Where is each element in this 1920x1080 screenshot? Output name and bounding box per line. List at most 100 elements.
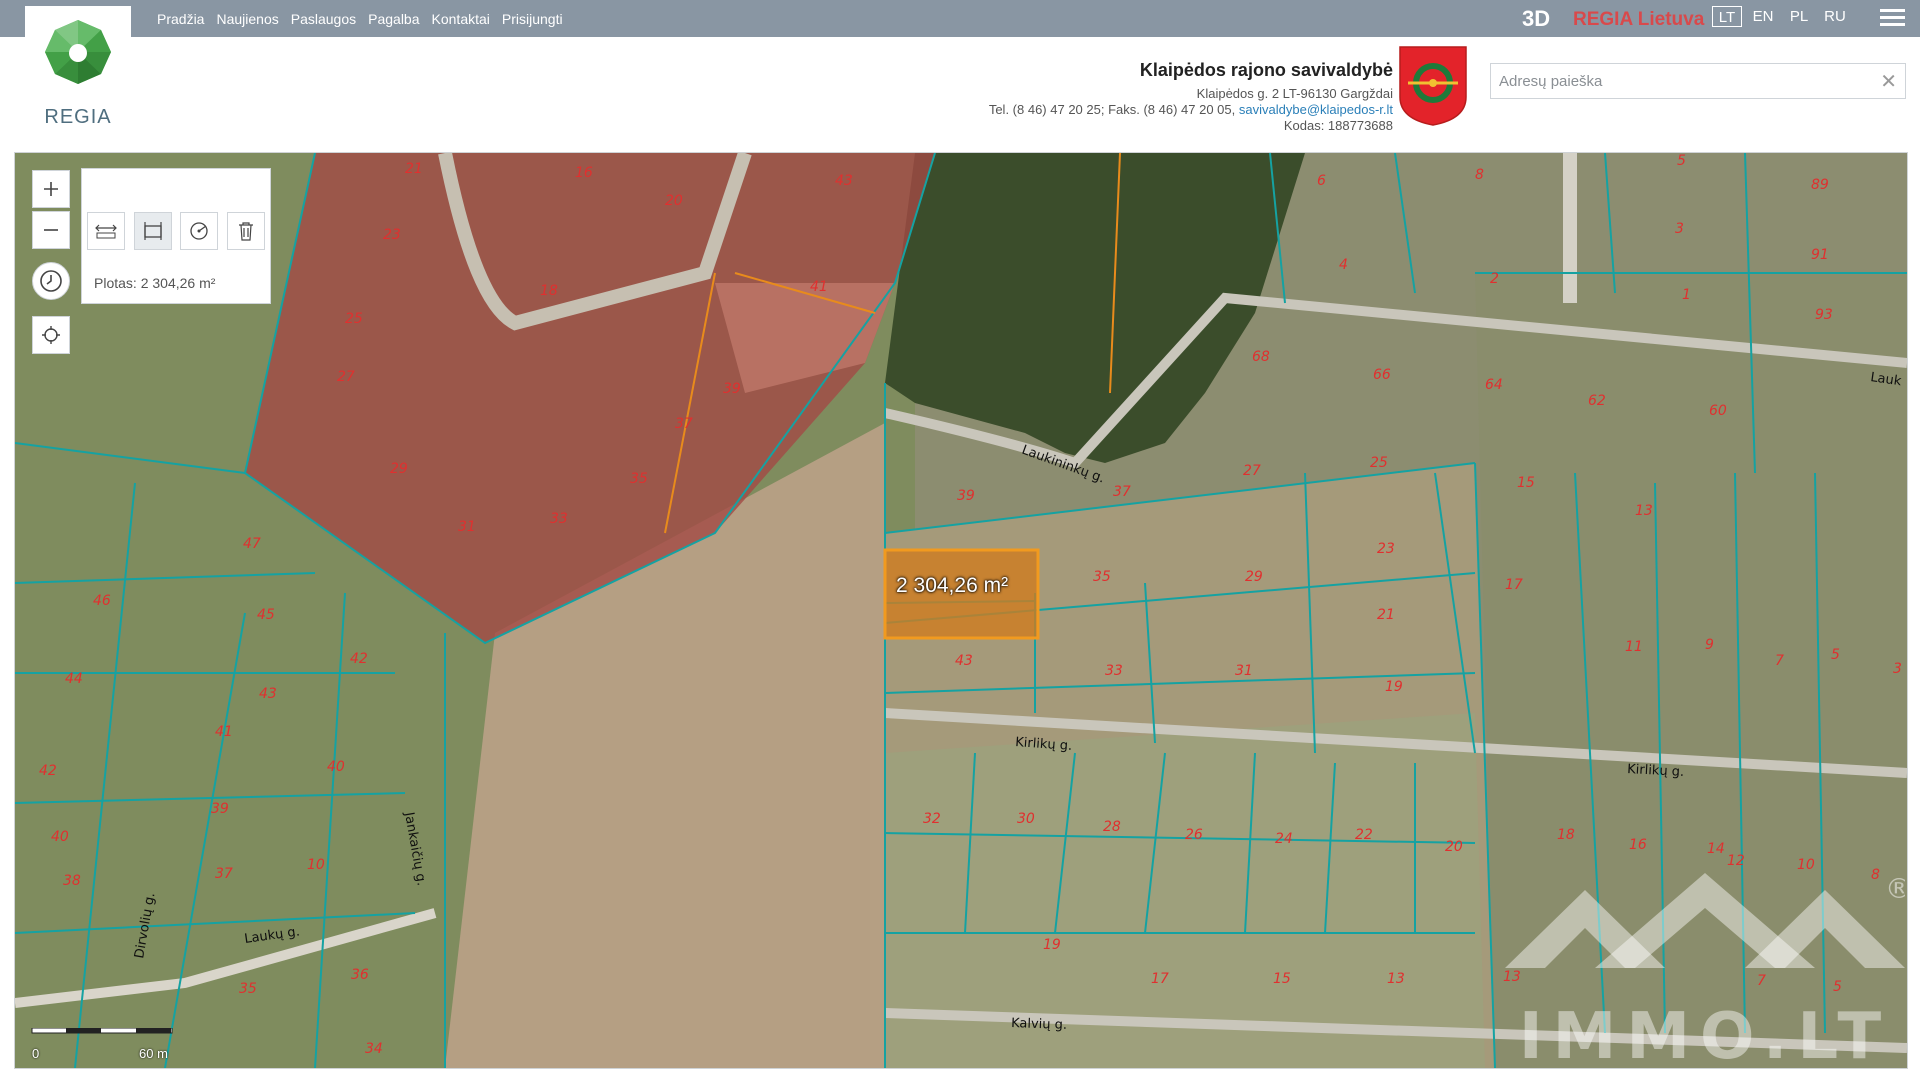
parcel-number: 27	[1243, 463, 1261, 479]
parcel-number: 9	[1705, 637, 1714, 653]
parcel-number: 25	[1370, 455, 1388, 471]
parcel-number: 28	[1103, 819, 1121, 835]
parcel-number: 5	[1831, 647, 1840, 663]
parcel-number: 46	[93, 593, 111, 609]
parcel-number: 31	[458, 519, 476, 535]
lang-pl[interactable]: PL	[1784, 6, 1814, 27]
parcel-number: 43	[835, 173, 853, 189]
area-icon	[144, 222, 162, 240]
parcel-number: 25	[345, 311, 363, 327]
parcel-number: 20	[1445, 839, 1463, 855]
parcel-number: 4	[1339, 257, 1348, 273]
parcel-number: 43	[955, 653, 973, 669]
scale-zero: 0	[32, 1046, 40, 1061]
measure-area-label: 2 304,26 m²	[896, 574, 1009, 597]
parcel-number: 7	[1775, 653, 1784, 669]
parcel-number: 39	[211, 801, 229, 817]
search-clear-icon[interactable]: ✕	[1880, 69, 1897, 94]
immo-watermark: IMMO.LT ®	[1505, 872, 1905, 1068]
parcel-number: 27	[337, 369, 355, 385]
municipality-contacts: Tel. (8 46) 47 20 25; Faks. (8 46) 47 20…	[989, 102, 1393, 117]
municipality-address: Klaipėdos g. 2 LT-96130 Gargždai	[1196, 86, 1393, 101]
view-3d-button[interactable]: 3D	[1522, 6, 1550, 32]
address-search: ✕	[1490, 63, 1906, 99]
locate-button[interactable]	[32, 316, 70, 354]
parcel-number: 18	[540, 283, 558, 299]
clock-icon	[40, 270, 62, 292]
parcel-number: 41	[215, 724, 233, 740]
parcel-number: 42	[39, 763, 57, 779]
parcel-number: 39	[957, 488, 975, 504]
zoom-out-button[interactable]	[32, 211, 70, 249]
regia-lietuva-link[interactable]: REGIA Lietuva	[1573, 9, 1704, 31]
parcel-number: 19	[1043, 937, 1061, 953]
parcel-number: 29	[390, 461, 408, 477]
parcel-number: 18	[1557, 827, 1575, 843]
language-switcher: LT EN PL RU	[1712, 6, 1856, 27]
parcel-number: 41	[810, 279, 828, 295]
parcel-number: 8	[1475, 167, 1484, 183]
parcel-number: 33	[550, 511, 568, 527]
parcel-number: 33	[1105, 663, 1123, 679]
road-label: Kalvių g.	[1011, 1016, 1067, 1033]
parcel-number: 12	[1727, 853, 1745, 869]
parcel-number: 37	[675, 416, 693, 432]
nav-pradzia[interactable]: Pradžia	[157, 11, 204, 27]
municipality-email-link[interactable]: savivaldybe@klaipedos-r.lt	[1239, 102, 1393, 117]
parcel-number: 22	[1355, 827, 1373, 843]
parcel-number: 10	[307, 857, 325, 873]
parcel-number: 40	[51, 829, 69, 845]
parcel-number: 3	[1893, 661, 1902, 677]
trash-icon	[239, 222, 253, 241]
parcel-number: 21	[1377, 607, 1395, 623]
parcel-number: 6	[1317, 173, 1326, 189]
clear-measure-button[interactable]	[227, 212, 265, 250]
measure-area-button[interactable]	[134, 212, 172, 250]
measure-radius-button[interactable]	[180, 212, 218, 250]
parcel-number: 44	[65, 671, 83, 687]
parcel-number: 40	[327, 759, 345, 775]
watermark-text: IMMO.LT	[1519, 1000, 1891, 1068]
parcel-number: 62	[1588, 393, 1606, 409]
zoom-in-button[interactable]	[32, 170, 70, 208]
parcel-number: 36	[351, 967, 369, 983]
parcel-number: 20	[665, 193, 683, 209]
parcel-number: 23	[1377, 541, 1395, 557]
parcel-number: 15	[1273, 971, 1291, 987]
parcel-number: 21	[405, 161, 423, 177]
top-bar: Pradžia Naujienos Paslaugos Pagalba Kont…	[0, 0, 1920, 37]
parcel-number: 66	[1373, 367, 1391, 383]
parcel-number: 11	[1625, 639, 1643, 655]
parcel-number: 26	[1185, 827, 1203, 843]
parcel-number: 45	[257, 607, 275, 623]
municipality-code: Kodas: 188773688	[1283, 118, 1393, 133]
parcel-number: 38	[63, 873, 81, 889]
parcel-number: 89	[1811, 177, 1829, 193]
nav-paslaugos[interactable]: Paslaugos	[291, 11, 356, 27]
nav-kontaktai[interactable]: Kontaktai	[432, 11, 490, 27]
parcel-number: 15	[1517, 475, 1535, 491]
parcel-number: 32	[923, 811, 941, 827]
parcel-number: 13	[1635, 503, 1653, 519]
parcel-number: 29	[1245, 569, 1263, 585]
regia-logo[interactable]: REGIA	[25, 6, 131, 146]
lang-en[interactable]: EN	[1748, 6, 1778, 27]
nav-naujienos[interactable]: Naujienos	[216, 11, 278, 27]
scale-length: 60 m	[139, 1046, 168, 1061]
area-readout: Plotas: 2 304,26 m²	[94, 275, 216, 291]
parcel-number: 35	[630, 471, 648, 487]
municipality-phone: Tel. (8 46) 47 20 25; Faks. (8 46) 47 20…	[988, 102, 1236, 117]
parcel-number: 35	[239, 981, 257, 997]
parcel-number: 39	[723, 381, 741, 397]
parcel-number: 91	[1811, 247, 1829, 263]
history-button[interactable]	[32, 262, 70, 300]
parcel-number: 14	[1707, 841, 1725, 857]
parcel-number: 17	[1505, 577, 1523, 593]
nav-prisijungti[interactable]: Prisijungti	[502, 11, 563, 27]
hamburger-icon[interactable]	[1880, 9, 1905, 29]
lang-ru[interactable]: RU	[1820, 6, 1850, 27]
lang-lt[interactable]: LT	[1712, 6, 1742, 27]
measure-distance-button[interactable]	[87, 212, 125, 250]
address-search-input[interactable]	[1491, 64, 1887, 98]
nav-pagalba[interactable]: Pagalba	[368, 11, 419, 27]
